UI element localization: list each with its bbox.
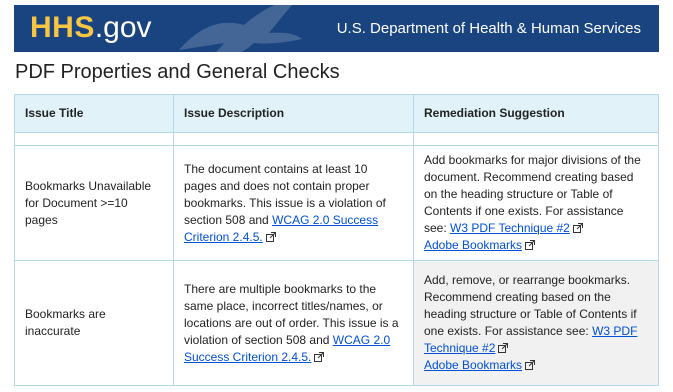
external-link-icon — [525, 240, 536, 250]
logo-main: HHS — [30, 11, 95, 44]
adobe-bookmarks-link[interactable]: Adobe Bookmarks — [424, 358, 522, 372]
external-link-icon — [525, 360, 536, 370]
header-issue-title: Issue Title — [14, 94, 174, 133]
issue-title-cell: Bookmarks Unavailable for Document >=10 … — [14, 145, 174, 261]
table-row: Bookmarks are inaccurate There are multi… — [14, 260, 659, 386]
header-remediation-suggestion: Remediation Suggestion — [413, 94, 659, 133]
department-name: U.S. Department of Health & Human Servic… — [336, 20, 641, 37]
remediation-cell: Add, remove, or rearrange bookmarks. Rec… — [413, 260, 659, 386]
header-issue-description: Issue Description — [173, 94, 414, 133]
hhs-logo[interactable]: HHS.gov — [30, 9, 152, 47]
checks-table: Issue Title Issue Description Remediatio… — [14, 94, 659, 386]
hhs-eagle-icon — [179, 5, 302, 52]
external-link-icon — [572, 223, 583, 233]
issue-title-cell: Bookmarks are inaccurate — [14, 260, 174, 386]
table-spacer-row — [14, 132, 659, 146]
issue-description-cell: There are multiple bookmarks to the same… — [173, 260, 414, 386]
issue-description-cell: The document contains at least 10 pages … — [173, 145, 414, 261]
table-header-row: Issue Title Issue Description Remediatio… — [14, 94, 659, 133]
external-link-icon — [265, 231, 276, 242]
table-row: Bookmarks Unavailable for Document >=10 … — [14, 145, 659, 261]
w3-pdf-technique-link[interactable]: W3 PDF Technique #2 — [450, 221, 570, 235]
page-title: PDF Properties and General Checks — [15, 61, 340, 83]
external-link-icon — [314, 351, 325, 362]
site-banner: HHS.gov U.S. Department of Health & Huma… — [14, 5, 659, 52]
external-link-icon — [498, 343, 509, 353]
logo-suffix: .gov — [94, 11, 152, 44]
adobe-bookmarks-link[interactable]: Adobe Bookmarks — [424, 238, 522, 252]
remediation-cell: Add bookmarks for major divisions of the… — [413, 145, 659, 261]
